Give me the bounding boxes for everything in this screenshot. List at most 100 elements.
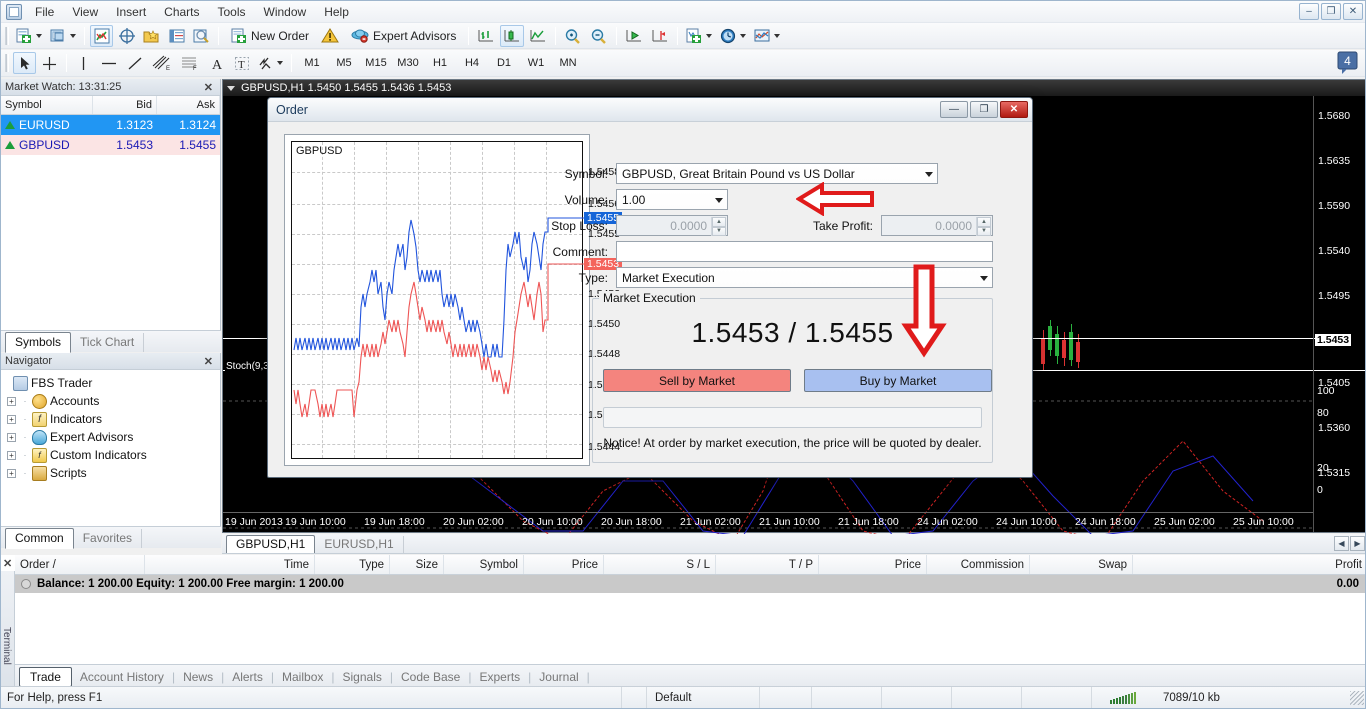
text-label-icon[interactable]: A xyxy=(205,52,228,74)
tab-eurusd-h1[interactable]: EURUSD,H1 xyxy=(315,536,404,553)
expand-icon[interactable]: + xyxy=(7,432,16,442)
column-sl[interactable]: S / L xyxy=(604,555,716,574)
column-swap[interactable]: Swap xyxy=(1030,555,1133,574)
notification-badge[interactable]: 4 xyxy=(1335,51,1361,78)
bar-chart-button[interactable] xyxy=(474,25,498,47)
resize-grip[interactable] xyxy=(1350,690,1364,705)
account-summary-row[interactable]: Balance: 1 200.00 Equity: 1 200.00 Free … xyxy=(15,575,1365,593)
expand-icon[interactable]: + xyxy=(7,450,16,460)
column-profit[interactable]: Profit xyxy=(1133,555,1365,574)
symbol-select[interactable]: GBPUSD, Great Britain Pound vs US Dollar xyxy=(616,163,938,184)
table-row[interactable]: EURUSD 1.3123 1.3124 xyxy=(1,115,220,135)
sell-by-market-button[interactable]: Sell by Market xyxy=(603,369,791,392)
comment-input[interactable] xyxy=(616,241,993,262)
nav-item-expert-advisors[interactable]: + · Expert Advisors xyxy=(7,428,220,446)
signal-bars-icon[interactable] xyxy=(1091,686,1153,708)
tab-journal[interactable]: Journal xyxy=(531,668,586,686)
tab-favorites[interactable]: Favorites xyxy=(74,529,143,548)
column-symbol[interactable]: Symbol xyxy=(444,555,524,574)
tab-alerts[interactable]: Alerts xyxy=(224,668,271,686)
column-order[interactable]: Order / xyxy=(15,555,145,574)
period-d1[interactable]: D1 xyxy=(489,53,519,74)
status-profile[interactable]: Default xyxy=(646,686,759,708)
tick-chart-panel[interactable]: GBPUSD 1.5458 1.5456 1.5455 1.5455 1.545… xyxy=(284,134,623,466)
templates-button[interactable] xyxy=(683,25,715,47)
expand-icon[interactable]: + xyxy=(7,468,16,478)
fibonacci-retracement-icon[interactable]: F xyxy=(177,52,203,74)
order-minimize-button[interactable]: — xyxy=(940,101,968,118)
expand-icon[interactable]: + xyxy=(7,414,16,424)
period-m30[interactable]: M30 xyxy=(393,53,423,74)
stop-loss-stepper[interactable]: ▲ ▼ xyxy=(711,217,726,236)
auto-scroll-button[interactable] xyxy=(622,25,646,47)
period-w1[interactable]: W1 xyxy=(521,53,551,74)
order-maximize-button[interactable]: ❐ xyxy=(970,101,998,118)
order-close-button[interactable]: ✕ xyxy=(1000,101,1028,118)
column-time[interactable]: Time xyxy=(145,555,315,574)
period-h1[interactable]: H1 xyxy=(425,53,455,74)
new-chart-button[interactable] xyxy=(13,25,45,47)
new-order-button[interactable]: New Order xyxy=(224,25,316,47)
column-type[interactable]: Type xyxy=(315,555,390,574)
arrows-icon[interactable] xyxy=(255,52,286,74)
period-h4[interactable]: H4 xyxy=(457,53,487,74)
close-icon[interactable]: ✕ xyxy=(201,81,216,94)
nav-item-custom-indicators[interactable]: + · f Custom Indicators xyxy=(7,446,220,464)
trendline-icon[interactable] xyxy=(123,52,147,74)
table-row[interactable]: GBPUSD 1.5453 1.5455 xyxy=(1,135,220,155)
alert-button[interactable] xyxy=(318,25,342,47)
market-watch-button[interactable] xyxy=(90,24,113,47)
cursor-icon[interactable] xyxy=(13,52,36,74)
tab-common[interactable]: Common xyxy=(5,528,74,549)
tab-news[interactable]: News xyxy=(175,668,221,686)
tab-signals[interactable]: Signals xyxy=(335,668,390,686)
scroll-right-button[interactable]: ▶ xyxy=(1350,535,1365,551)
menu-insert[interactable]: Insert xyxy=(107,2,155,22)
order-dialog[interactable]: Order — ❐ ✕ GBPUSD 1.5458 1.5456 1.5455 … xyxy=(267,97,1033,478)
strategy-tester-button[interactable] xyxy=(190,25,213,47)
maximize-button[interactable]: ❐ xyxy=(1321,3,1341,20)
column-ask[interactable]: Ask xyxy=(157,96,220,114)
horizontal-line-icon[interactable] xyxy=(97,52,121,74)
menu-view[interactable]: View xyxy=(63,2,107,22)
take-profit-stepper[interactable]: ▲ ▼ xyxy=(976,217,991,236)
zoom-in-button[interactable] xyxy=(561,25,585,47)
column-bid[interactable]: Bid xyxy=(93,96,157,114)
data-window-button[interactable] xyxy=(115,25,138,47)
tab-symbols[interactable]: Symbols xyxy=(5,332,72,353)
nav-item-root[interactable]: FBS Trader xyxy=(7,374,220,392)
column-symbol[interactable]: Symbol xyxy=(1,96,93,114)
toolbar-grip[interactable] xyxy=(5,26,9,45)
expand-icon[interactable]: + xyxy=(7,396,16,406)
period-m15[interactable]: M15 xyxy=(361,53,391,74)
period-m1[interactable]: M1 xyxy=(297,53,327,74)
equidistant-channel-icon[interactable]: E xyxy=(149,52,175,74)
menu-tools[interactable]: Tools xyxy=(209,2,255,22)
nav-item-indicators[interactable]: + · f Indicators xyxy=(7,410,220,428)
chevron-down-icon[interactable] xyxy=(227,85,235,91)
indicators-button[interactable] xyxy=(751,25,783,47)
text-icon[interactable]: T xyxy=(230,52,253,74)
close-icon[interactable]: ✕ xyxy=(3,557,12,570)
crosshair-icon[interactable] xyxy=(38,52,61,74)
profiles-button[interactable] xyxy=(47,25,79,47)
period-mn[interactable]: MN xyxy=(553,53,583,74)
period-m5[interactable]: M5 xyxy=(329,53,359,74)
close-icon[interactable]: ✕ xyxy=(201,355,216,368)
volume-select[interactable]: 1.00 xyxy=(616,189,728,210)
tab-mailbox[interactable]: Mailbox xyxy=(274,668,331,686)
buy-by-market-button[interactable]: Buy by Market xyxy=(804,369,992,392)
line-chart-button[interactable] xyxy=(526,25,550,47)
nav-item-scripts[interactable]: + · Scripts xyxy=(7,464,220,482)
terminal-button[interactable] xyxy=(165,25,188,47)
zoom-out-button[interactable] xyxy=(587,25,611,47)
column-price-cur[interactable]: Price xyxy=(819,555,927,574)
vertical-line-icon[interactable] xyxy=(72,52,95,74)
column-commission[interactable]: Commission xyxy=(927,555,1030,574)
column-price-open[interactable]: Price xyxy=(524,555,604,574)
close-button[interactable]: ✕ xyxy=(1343,3,1363,20)
menu-file[interactable]: File xyxy=(26,2,63,22)
tab-account-history[interactable]: Account History xyxy=(72,668,172,686)
menu-help[interactable]: Help xyxy=(315,2,358,22)
tab-tick-chart[interactable]: Tick Chart xyxy=(71,333,145,352)
